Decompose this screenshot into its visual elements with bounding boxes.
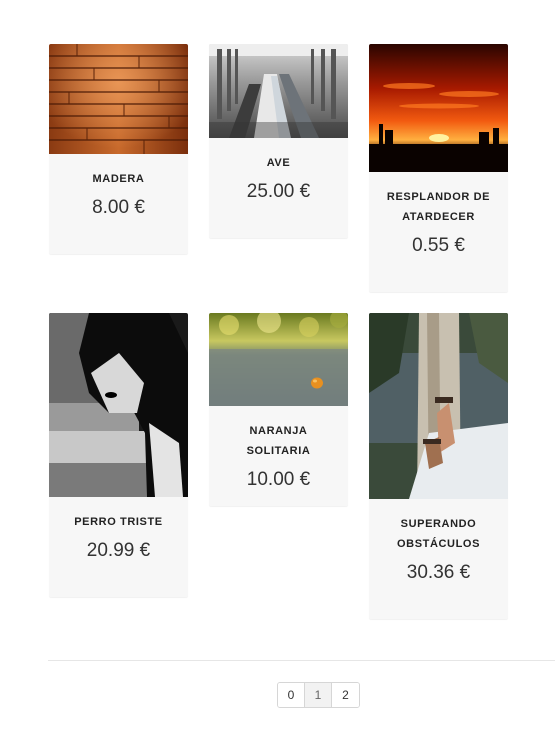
product-title[interactable]: PERRO TRISTE — [49, 512, 188, 532]
product-price: 20.99 € — [86, 540, 151, 561]
product-image-madera[interactable] — [49, 44, 188, 154]
content-divider — [48, 660, 555, 661]
product-card-superando-obstaculos[interactable]: SUPERANDO OBSTÁCULOS 30.36 € — [369, 313, 508, 619]
product-card-resplandor-de-atardecer[interactable]: RESPLANDOR DE ATARDECER 0.55 € — [369, 44, 508, 292]
product-image-naranja-solitaria[interactable] — [209, 313, 348, 406]
page-button-1-current[interactable]: 1 — [305, 683, 332, 707]
product-image-superando-obstaculos[interactable] — [369, 313, 508, 499]
page-button-0[interactable]: 0 — [278, 683, 305, 707]
product-image-perro-triste[interactable] — [49, 313, 188, 497]
product-title[interactable]: NARANJA SOLITARIA — [209, 421, 348, 461]
page-button-2[interactable]: 2 — [332, 683, 359, 707]
product-price: 8.00 € — [92, 197, 145, 218]
product-title[interactable]: SUPERANDO OBSTÁCULOS — [369, 514, 508, 554]
pagination: 0 1 2 — [277, 682, 360, 708]
product-title[interactable]: RESPLANDOR DE ATARDECER — [369, 187, 508, 227]
product-image-resplandor[interactable] — [369, 44, 508, 172]
product-price: 25.00 € — [246, 181, 311, 202]
product-card-naranja-solitaria[interactable]: NARANJA SOLITARIA 10.00 € — [209, 313, 348, 506]
product-image-ave[interactable] — [209, 44, 348, 138]
product-price: 30.36 € — [406, 562, 471, 583]
product-title[interactable]: AVE — [209, 153, 348, 173]
product-card-perro-triste[interactable]: PERRO TRISTE 20.99 € — [49, 313, 188, 597]
product-card-ave[interactable]: AVE 25.00 € — [209, 44, 348, 238]
product-price: 10.00 € — [246, 469, 311, 490]
product-card-madera[interactable]: MADERA 8.00 € — [49, 44, 188, 254]
product-title[interactable]: MADERA — [49, 169, 188, 189]
product-price: 0.55 € — [412, 235, 465, 256]
